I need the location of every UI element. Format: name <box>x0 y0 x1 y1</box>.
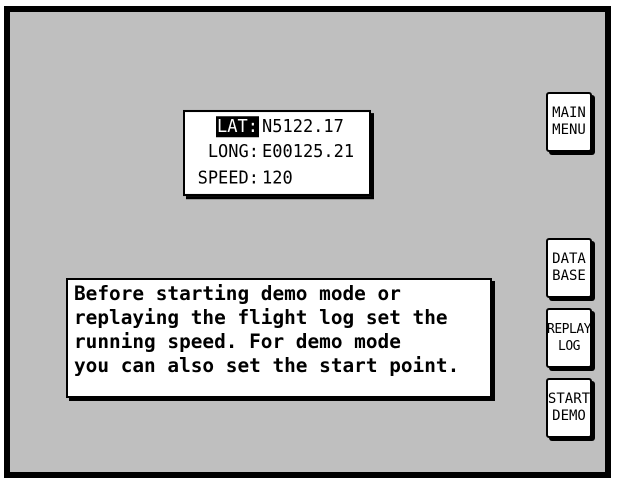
data-base-button[interactable]: DATA BASE <box>546 238 592 298</box>
latitude-label: LAT: <box>185 114 259 139</box>
instruction-line: running speed. For demo mode <box>74 330 401 353</box>
instruction-line: Before starting demo mode or <box>74 282 401 305</box>
latitude-label-highlight[interactable]: LAT: <box>216 116 259 138</box>
main-menu-button-label-2: MENU <box>552 122 586 138</box>
instruction-line: replaying the flight log set the <box>74 306 448 329</box>
longitude-value: E00125.21 <box>262 141 355 163</box>
data-base-button-label-1: DATA <box>552 251 586 267</box>
start-demo-button-label-1: START <box>547 391 591 407</box>
speed-label[interactable]: SPEED: <box>185 166 259 191</box>
start-demo-button-label-2: DEMO <box>552 408 586 424</box>
main-menu-button[interactable]: MAIN MENU <box>546 92 592 152</box>
replay-log-button[interactable]: REPLAY LOG <box>546 308 592 368</box>
replay-log-button-label-1: REPLAY <box>547 322 591 337</box>
latitude-value: N5122.17 <box>262 116 344 138</box>
instruction-line: you can also set the start point. <box>74 354 460 377</box>
speed-value: 120 <box>262 167 293 189</box>
replay-log-button-label-2: LOG <box>558 339 580 354</box>
start-demo-button[interactable]: START DEMO <box>546 378 592 438</box>
data-base-button-label-2: BASE <box>552 268 586 284</box>
instruction-message: Before starting demo mode or replaying t… <box>66 278 492 398</box>
main-menu-button-label-1: MAIN <box>552 105 586 121</box>
longitude-label[interactable]: LONG: <box>185 139 259 164</box>
device-screen: LAT: N5122.17 LONG: E00125.21 SPEED: 120… <box>4 6 611 478</box>
position-readout: LAT: N5122.17 LONG: E00125.21 SPEED: 120 <box>183 109 371 197</box>
